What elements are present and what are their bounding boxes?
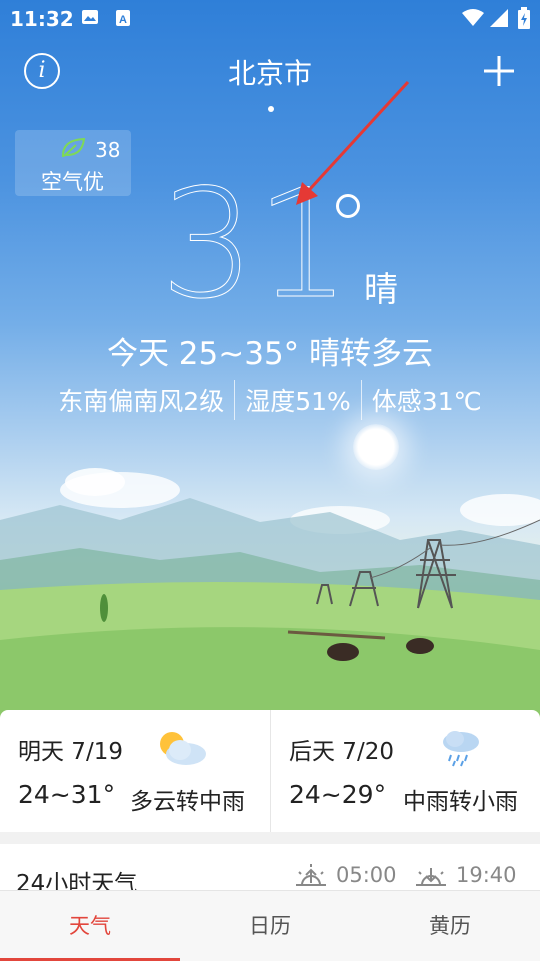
today-summary: 今天 25~35° 晴转多云 [106, 336, 434, 372]
sunrise-icon [296, 864, 326, 886]
sunrise-time: 05:00 [336, 863, 397, 887]
sunset-icon [416, 868, 446, 886]
hourly-section-header: 24小时天气 05:00 19:40 [0, 844, 540, 897]
red-arrow-annotation [296, 80, 410, 205]
forecast-day: 后天 7/20 [289, 739, 394, 765]
sunset-time: 19:40 [456, 863, 517, 887]
divider [360, 380, 362, 420]
forecast-day-after[interactable]: 后天 7/20 24~29° 中雨转小雨 [270, 710, 540, 832]
section-divider [0, 832, 540, 844]
rain-icon [443, 731, 479, 767]
forecast-desc: 中雨转小雨 [403, 789, 518, 815]
humidity-info: 湿度51% [245, 387, 351, 416]
forecast-temp: 24~31° [18, 780, 116, 809]
divider [234, 380, 236, 420]
forecast-day: 明天 7/19 [18, 739, 123, 765]
wind-info: 东南偏南风2级 [58, 387, 225, 416]
tab-almanac[interactable]: 黄历 [360, 891, 540, 961]
bottom-tab-bar: 天气 日历 黄历 [0, 890, 540, 961]
sunset-info: 19:40 [414, 862, 517, 888]
forecast-temp: 24~29° [289, 780, 387, 809]
tab-calendar[interactable]: 日历 [180, 891, 360, 961]
partly-cloudy-icon [160, 732, 206, 765]
forecast-desc: 多云转中雨 [130, 789, 245, 815]
weather-details: 东南偏南风2级 湿度51% 体感31℃ [0, 380, 540, 420]
sunrise-info: 05:00 [294, 862, 397, 888]
forecast-panel: 明天 7/19 24~31° 多云转中雨 后天 7/20 24~29° 中雨转小… [0, 710, 540, 832]
sun-illustration [353, 424, 399, 470]
feels-like-info: 体感31℃ [371, 387, 482, 416]
tab-weather[interactable]: 天气 [0, 891, 180, 961]
forecast-tomorrow[interactable]: 明天 7/19 24~31° 多云转中雨 [0, 710, 270, 832]
